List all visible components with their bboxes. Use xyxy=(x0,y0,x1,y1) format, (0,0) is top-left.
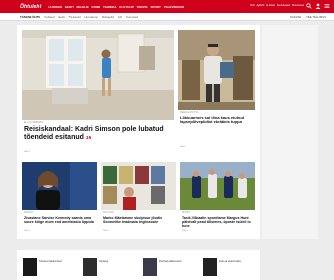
article-image[interactable] xyxy=(178,30,255,110)
nav-item-televisioon[interactable]: TELEVISIOON xyxy=(164,5,184,9)
menu-icon[interactable] xyxy=(324,3,330,9)
article-card[interactable]: MEELELAHUTUS Lõkkuarmes sai lõna kaus el… xyxy=(178,30,255,150)
subnav-item-uudised[interactable]: Uudised xyxy=(44,15,54,19)
utility-link-ekiosk[interactable]: E-kiosk xyxy=(266,4,275,7)
main-content: ELU JA INIMESED Reisiskandaal: Kadri Sim… xyxy=(17,25,260,239)
bottom-strip: Tänased pakkumised Ostuaeg Parimad pakku… xyxy=(17,250,260,280)
product-text[interactable]: Parimad pakkumised xyxy=(159,260,189,263)
product-text[interactable]: Kodu ja elektroonika xyxy=(219,260,249,263)
product-text[interactable]: Tänased pakkumised xyxy=(39,260,69,263)
main-nav: UUDISED EESTI MAAILM KRIMI TEHNIKA KULTU… xyxy=(48,5,184,9)
search-icon[interactable] xyxy=(306,3,312,9)
article-time: MÄLU xyxy=(103,230,110,232)
product-image[interactable] xyxy=(143,258,157,276)
lead-article-category: ELU JA INIMESED xyxy=(24,122,44,124)
article-category: MAAILM xyxy=(24,212,33,214)
article-time: MÄLU xyxy=(180,146,187,148)
nav-item-eesti[interactable]: EESTI xyxy=(65,5,74,9)
utility-links: Telli Ajaleht E-kiosk Kuulutused Kinnisv… xyxy=(250,4,304,7)
article-headline[interactable]: Zivastane Sarvise Kennedy saanis oma suu… xyxy=(24,216,95,224)
article-card[interactable]: MAAILM Zivastane Sarvise Kennedy saanis … xyxy=(22,162,97,234)
subnav-item-horoskoop[interactable]: Horoskoop xyxy=(85,15,99,19)
article-category: MEELELAHUTUS xyxy=(180,112,199,114)
lead-article[interactable]: ELU JA INIMESED Reisiskandaal: Kadri Sim… xyxy=(22,30,174,153)
lead-article-headline-text[interactable]: Reisiskandaal: Kadri Simson pole lubatud… xyxy=(24,126,164,141)
article-card[interactable]: SPORT Tardi-Võkaalin spordiame Margus Hu… xyxy=(180,162,255,234)
subnav-right-1[interactable]: OÜKATE xyxy=(290,15,301,19)
utility-link-ajaleht[interactable]: Ajaleht xyxy=(256,4,264,7)
product-image[interactable] xyxy=(23,258,37,276)
article-headline[interactable]: Lõkkuarmes sai lõna kaus eluhud lapsepõl… xyxy=(180,115,253,125)
article-image[interactable] xyxy=(180,162,255,210)
nav-item-tervis[interactable]: TERVIS xyxy=(137,5,148,9)
subnav-item-eesti[interactable]: Eesti xyxy=(58,15,64,19)
right-rail xyxy=(262,25,318,239)
article-category: SPORT xyxy=(182,212,190,214)
nav-item-uudised[interactable]: UUDISED xyxy=(48,5,62,9)
lead-article-headline[interactable]: Reisiskandaal: Kadri Simson pole lubatud… xyxy=(24,126,172,142)
article-category: KULTUUR xyxy=(103,212,114,214)
article-headline[interactable]: Tardi-Võkaalin spordiame Margus Hunt päl… xyxy=(182,216,253,228)
product-image[interactable] xyxy=(83,258,97,276)
site-logo[interactable]: Õhtuleht xyxy=(20,4,41,10)
subnav-right-2[interactable]: TEE TELLIMUS xyxy=(306,15,326,19)
utility-link-kinnisvara[interactable]: Kinnisvara xyxy=(292,4,304,7)
article-image[interactable] xyxy=(22,162,97,210)
sub-nav: TÄNASE ÕHTU Uudised Eesti TV-kavad Horos… xyxy=(0,13,334,21)
product-text[interactable]: Ostuaeg xyxy=(99,260,129,263)
nav-item-krimi[interactable]: KRIMI xyxy=(92,5,101,9)
utility-link-kuulutused[interactable]: Kuulutused xyxy=(277,4,290,7)
top-bar: Õhtuleht UUDISED EESTI MAAILM KRIMI TEHN… xyxy=(0,0,334,13)
subnav-item-retseptid[interactable]: Retseptid xyxy=(102,15,114,19)
article-headline[interactable]: Marko Mäetamme skulptuur jõudis Soomelik… xyxy=(103,216,174,224)
comment-count-badge[interactable]: 15 xyxy=(86,136,91,141)
product-image[interactable] xyxy=(203,258,217,276)
subnav-item-tanane[interactable]: TÄNASE ÕHTU xyxy=(20,15,40,19)
nav-item-maailm[interactable]: MAAILM xyxy=(77,5,89,9)
nav-item-kultuur[interactable]: KULTUUR xyxy=(119,5,133,9)
subnav-item-teenused[interactable]: Teenused xyxy=(126,15,138,19)
lead-article-image[interactable] xyxy=(22,30,174,120)
utility-link-telli[interactable]: Telli xyxy=(250,4,254,7)
nav-item-tehnika[interactable]: TEHNIKA xyxy=(103,5,116,9)
subnav-item-abi[interactable]: Abi xyxy=(118,15,122,19)
user-icon[interactable] xyxy=(315,3,321,9)
subnav-item-tvkavad[interactable]: TV-kavad xyxy=(69,15,81,19)
article-time: MÄLU xyxy=(182,230,189,232)
article-card[interactable]: KULTUUR Marko Mäetamme skulptuur jõudis … xyxy=(101,162,176,234)
lead-article-time: MÄLU xyxy=(24,151,31,153)
article-time: MÄLU xyxy=(24,230,31,232)
article-image[interactable] xyxy=(101,162,176,210)
nav-item-sport[interactable]: SPORT xyxy=(150,5,160,9)
